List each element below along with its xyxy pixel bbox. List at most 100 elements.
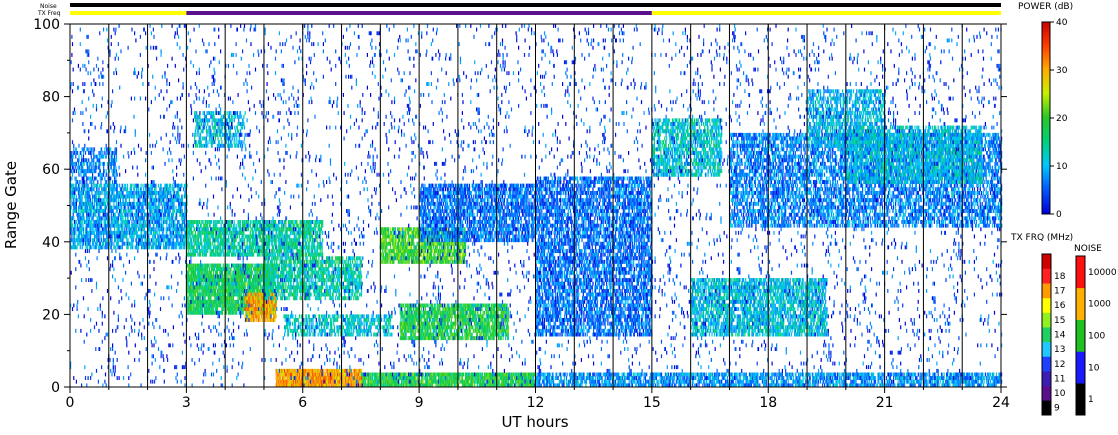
echo-cell <box>190 274 193 279</box>
echo-cell <box>260 296 262 301</box>
echo-cell <box>209 238 211 243</box>
echo-cell <box>299 245 301 250</box>
echo-cell <box>75 154 77 159</box>
echo-cell <box>197 252 199 257</box>
echo-cell <box>227 299 229 304</box>
echo-cell <box>81 238 83 243</box>
echo-cell <box>230 220 232 224</box>
echo-cell <box>191 307 193 311</box>
echo-cell <box>152 234 154 239</box>
echo-cell <box>226 285 228 290</box>
echo-cell <box>285 220 287 224</box>
echo-cell <box>87 216 89 221</box>
echo-cell <box>179 183 181 188</box>
echo-cell <box>97 180 99 184</box>
echo-cell <box>88 230 90 235</box>
echo-cell <box>212 281 214 286</box>
echo-cell <box>243 227 245 232</box>
echo-cell <box>174 234 176 239</box>
echo-cell <box>297 234 299 239</box>
echo-cell <box>200 223 202 228</box>
echo-cell <box>277 252 279 257</box>
echo-cell <box>178 191 180 195</box>
echo-cell <box>253 252 255 257</box>
echo-cell <box>115 238 117 243</box>
echo-cell <box>211 299 213 304</box>
echo-cell <box>268 310 270 315</box>
echo-cell <box>106 147 108 152</box>
echo-cell <box>106 151 108 155</box>
echo-cell <box>158 230 160 235</box>
echo-cell <box>93 147 96 152</box>
echo-cell <box>289 245 291 250</box>
echo-cell <box>206 292 208 297</box>
echo-cell <box>155 230 157 235</box>
echo-cell <box>134 205 136 210</box>
echo-cell <box>99 241 101 246</box>
echo-cell <box>93 238 96 243</box>
echo-cell <box>79 183 81 188</box>
echo-cell <box>290 223 292 228</box>
echo-cell <box>80 220 82 224</box>
echo-cell <box>196 241 198 246</box>
echo-cell <box>229 285 231 290</box>
echo-cell <box>205 281 207 286</box>
echo-cell <box>153 223 155 228</box>
echo-cell <box>181 223 183 228</box>
echo-cell <box>90 234 92 239</box>
echo-cell <box>304 249 306 253</box>
echo-cell <box>160 201 162 206</box>
echo-cell <box>103 172 105 177</box>
echo-cell <box>76 245 78 250</box>
echo-cell <box>282 245 284 250</box>
echo-cell <box>90 161 92 166</box>
echo-cell <box>119 194 121 199</box>
echo-cell <box>287 249 289 253</box>
echo-cell <box>130 238 132 243</box>
echo-cell <box>247 220 249 224</box>
echo-cell <box>192 223 194 228</box>
echo-cell <box>299 249 301 253</box>
echo-cell <box>126 187 129 192</box>
echo-cell <box>257 270 259 275</box>
echo-cell <box>184 194 186 199</box>
echo-cell <box>201 263 204 268</box>
echo-cell <box>291 238 293 243</box>
echo-cell <box>74 176 76 181</box>
echo-cell <box>177 238 179 243</box>
echo-cell <box>273 307 275 311</box>
echo-cell <box>81 223 83 228</box>
echo-cell <box>115 172 117 177</box>
echo-cell <box>177 187 179 192</box>
echo-cell <box>82 165 84 170</box>
echo-cell <box>101 220 103 224</box>
echo-cell <box>82 223 84 228</box>
echo-cell <box>113 169 115 174</box>
echo-cell <box>192 267 194 272</box>
echo-cell <box>181 216 183 221</box>
echo-cell <box>190 289 192 293</box>
echo-cell <box>100 180 102 184</box>
echo-cell <box>144 194 146 199</box>
echo-cell <box>200 281 202 286</box>
echo-cell <box>267 227 269 232</box>
echo-cell <box>165 209 167 213</box>
echo-cell <box>234 303 236 308</box>
echo-cell <box>252 310 254 315</box>
echo-cell <box>252 238 254 243</box>
echo-cell <box>209 307 211 311</box>
echo-cell <box>243 230 245 235</box>
echo-cell <box>136 223 138 228</box>
echo-cell <box>86 205 88 210</box>
echo-cell <box>104 147 106 152</box>
echo-cell <box>93 230 96 235</box>
echo-cell <box>86 194 88 199</box>
echo-cell <box>128 220 130 224</box>
echo-cell <box>114 151 116 155</box>
echo-cell <box>300 252 302 257</box>
echo-cell <box>230 310 232 315</box>
echo-cell <box>192 230 194 235</box>
echo-cell <box>98 220 100 224</box>
echo-cell <box>237 296 239 301</box>
echo-cell <box>116 187 118 192</box>
